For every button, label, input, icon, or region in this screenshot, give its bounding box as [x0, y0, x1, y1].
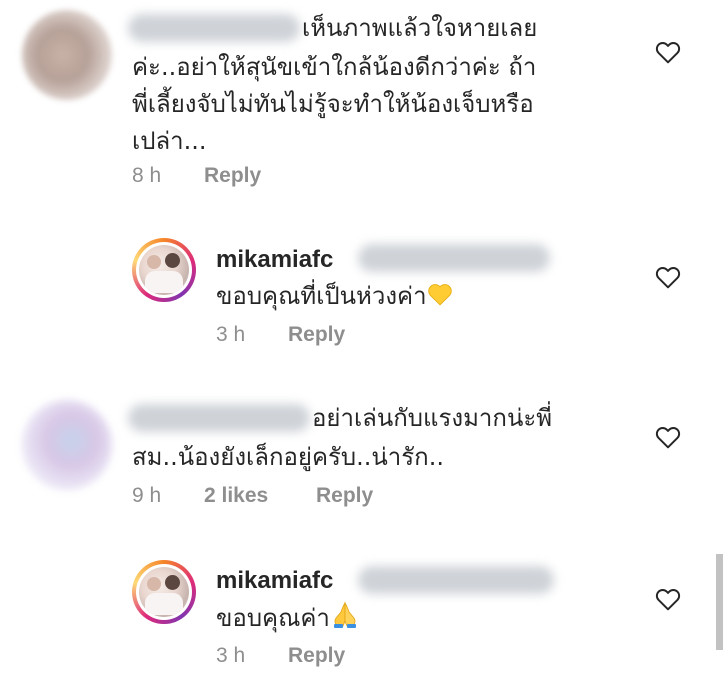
- avatar[interactable]: [22, 400, 112, 490]
- avatar[interactable]: [132, 560, 196, 624]
- heart-outline-icon[interactable]: [655, 425, 681, 449]
- username-link[interactable]: mikamiafc: [216, 566, 333, 596]
- likes-count[interactable]: 2 likes: [204, 483, 268, 509]
- redacted-username: [128, 14, 300, 42]
- avatar[interactable]: [132, 238, 196, 302]
- folded-hands-icon: [333, 601, 356, 628]
- avatar[interactable]: [22, 10, 112, 100]
- comment-text-line: อย่าเล่นกับแรงมากน่ะพี่: [312, 404, 553, 432]
- reply-button[interactable]: Reply: [288, 643, 345, 669]
- heart-outline-icon[interactable]: [655, 265, 681, 289]
- comment-text-line: พี่เลี้ยงจับไม่ทันไม่รู้จะทำให้น้องเจ็บห…: [132, 90, 534, 118]
- reply-text-content: ขอบคุณค่า: [216, 604, 330, 632]
- comment-time: 9 h: [132, 484, 162, 507]
- comment-time: 3 h: [216, 323, 246, 346]
- comments-thread: เห็นภาพแล้วใจหายเลย ค่ะ..อย่าให้สุนัขเข้…: [0, 0, 725, 688]
- comment-text-line: เปล่า...: [132, 127, 207, 155]
- comment-text-line: สม..น้องยังเล็กอยู่ครับ..น่ารัก..: [132, 443, 444, 471]
- reply-button[interactable]: Reply: [288, 322, 345, 348]
- yellow-heart-icon: [427, 284, 452, 306]
- comment-time: 3 h: [216, 644, 246, 667]
- redacted-text: [358, 244, 550, 272]
- comment-text-line: เห็นภาพแล้วใจหายเลย: [302, 14, 538, 42]
- reply-text: ขอบคุณที่เป็นห่วงค่า: [216, 280, 453, 312]
- heart-outline-icon[interactable]: [655, 587, 681, 611]
- reply-text: ขอบคุณค่า: [216, 600, 360, 634]
- reply-text-content: ขอบคุณที่เป็นห่วงค่า: [216, 282, 427, 310]
- reply-button[interactable]: Reply: [204, 163, 261, 189]
- username-link[interactable]: mikamiafc: [216, 245, 333, 275]
- scrollbar-thumb[interactable]: [716, 554, 723, 650]
- reply-button[interactable]: Reply: [316, 483, 373, 509]
- comment-time: 8 h: [132, 164, 162, 187]
- comment-text-line: ค่ะ..อย่าให้สุนัขเข้าใกล้น้องดีกว่าค่ะ ถ…: [132, 53, 537, 81]
- heart-outline-icon[interactable]: [655, 40, 681, 64]
- redacted-username: [128, 404, 310, 432]
- redacted-text: [358, 566, 554, 594]
